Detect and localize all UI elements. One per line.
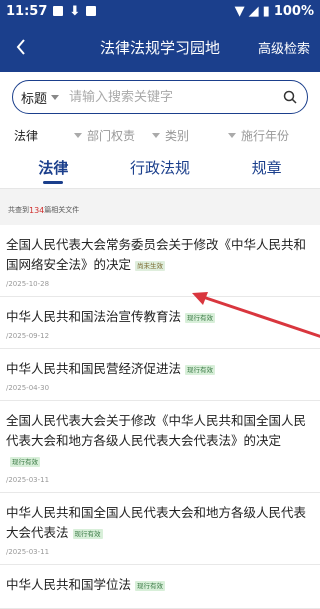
back-button[interactable] <box>6 22 36 72</box>
app-notification-icon <box>86 6 97 16</box>
item-title: 中华人民共和国全国人民代表大会和地方各级人民代表大会代表法 <box>6 505 307 540</box>
result-count-number: 134 <box>29 205 45 215</box>
status-time: 11:57 <box>6 3 48 19</box>
status-badge: 现行有效 <box>72 528 103 539</box>
search-icon <box>283 90 297 104</box>
filter-type[interactable]: 类别 <box>152 127 228 144</box>
search-field-label: 标题 <box>21 91 48 107</box>
item-title-wrap: 全国人民代表大会关于修改《中华人民共和国全国人民代表大会和地方各级人民代表大会代… <box>6 411 314 471</box>
download-icon: ⬇ <box>69 3 81 19</box>
battery-icon: ▮ <box>262 3 270 19</box>
caret-down-icon <box>51 94 60 100</box>
battery-level: 100% <box>273 3 314 19</box>
tab-rules[interactable]: 规章 <box>213 148 320 188</box>
filter-category[interactable]: 法律 <box>14 127 74 144</box>
list-item[interactable]: 中华人民共和国法治宣传教育法 现行有效 /2025-09-12 <box>0 297 320 349</box>
item-title-wrap: 中华人民共和国全国人民代表大会和地方各级人民代表大会代表法 现行有效 <box>6 503 314 543</box>
list-item[interactable]: 中华人民共和国全国人民代表大会和地方各级人民代表大会代表法 现行有效 /2025-… <box>0 493 320 565</box>
caret-down-icon <box>74 132 82 138</box>
category-tabs: 法律 行政法规 规章 <box>0 148 320 189</box>
notification-icon <box>53 6 64 16</box>
list-item[interactable]: 全国人民代表大会关于修改《中华人民共和国全国人民代表大会和地方各级人民代表大会代… <box>0 401 320 493</box>
caret-down-icon <box>152 132 160 138</box>
search-box: 标题 <box>12 80 308 114</box>
status-badge: 现行有效 <box>135 580 166 591</box>
search-field-select[interactable]: 标题 <box>21 88 65 107</box>
app-header: 法律法规学习园地 高级检索 <box>0 22 320 72</box>
search-input[interactable] <box>65 88 281 106</box>
chevron-left-icon <box>16 39 25 55</box>
status-bar: 11:57 ⬇ ▼ ◢ ▮ 100% <box>0 0 320 22</box>
item-title-wrap: 中华人民共和国学位法 现行有效 <box>6 575 314 595</box>
filter-department[interactable]: 部门权责 <box>74 127 152 144</box>
search-button[interactable] <box>281 88 299 106</box>
item-title-wrap: 中华人民共和国民营经济促进法 现行有效 <box>6 359 314 379</box>
filter-department-label: 部门权责 <box>87 128 136 143</box>
list-item[interactable]: 中华人民共和国民营经济促进法 现行有效 /2025-04-30 <box>0 349 320 401</box>
status-badge: 现行有效 <box>185 364 216 375</box>
caret-down-icon <box>228 132 236 138</box>
item-title-wrap: 中华人民共和国法治宣传教育法 现行有效 <box>6 307 314 327</box>
item-title: 中华人民共和国法治宣传教育法 <box>6 309 182 324</box>
item-date: /2025-03-11 <box>6 476 50 484</box>
status-badge: 现行有效 <box>185 312 216 323</box>
document-list: 全国人民代表大会常务委员会关于修改《中华人民共和国网络安全法》的决定 尚未生效 /… <box>0 225 320 609</box>
list-item[interactable]: 全国人民代表大会常务委员会关于修改《中华人民共和国网络安全法》的决定 尚未生效 /… <box>0 225 320 297</box>
search-area: 标题 <box>0 72 320 122</box>
wifi-icon: ▼ <box>234 3 245 19</box>
filter-category-label: 法律 <box>14 128 39 143</box>
filter-year-label: 施行年份 <box>241 128 290 143</box>
item-title: 中华人民共和国学位法 <box>6 577 132 592</box>
tab-law[interactable]: 法律 <box>0 148 107 188</box>
result-count-suffix: 篇相关文件 <box>44 206 80 214</box>
item-date: /2025-04-30 <box>6 384 50 392</box>
filter-bar: 法律 部门权责 类别 施行年份 <box>0 122 320 148</box>
status-badge: 尚未生效 <box>135 260 166 271</box>
list-item[interactable]: 中华人民共和国学位法 现行有效 <box>0 565 320 609</box>
filter-year[interactable]: 施行年份 <box>228 127 289 144</box>
tab-administrative-regulations[interactable]: 行政法规 <box>107 148 214 188</box>
advanced-search-button[interactable]: 高级检索 <box>258 38 310 57</box>
result-count-prefix: 共查到 <box>8 206 29 214</box>
item-date: /2025-10-28 <box>6 280 50 288</box>
signal-icon: ◢ <box>248 3 259 19</box>
item-date: /2025-03-11 <box>6 548 50 556</box>
item-title: 中华人民共和国民营经济促进法 <box>6 361 182 376</box>
item-title-wrap: 全国人民代表大会常务委员会关于修改《中华人民共和国网络安全法》的决定 尚未生效 <box>6 235 314 275</box>
result-count: 共查到 134 篇相关文件 <box>0 195 320 225</box>
filter-type-label: 类别 <box>165 128 190 143</box>
item-title: 全国人民代表大会关于修改《中华人民共和国全国人民代表大会和地方各级人民代表大会代… <box>6 413 307 448</box>
status-badge: 现行有效 <box>10 456 40 467</box>
item-date: /2025-09-12 <box>6 332 50 340</box>
